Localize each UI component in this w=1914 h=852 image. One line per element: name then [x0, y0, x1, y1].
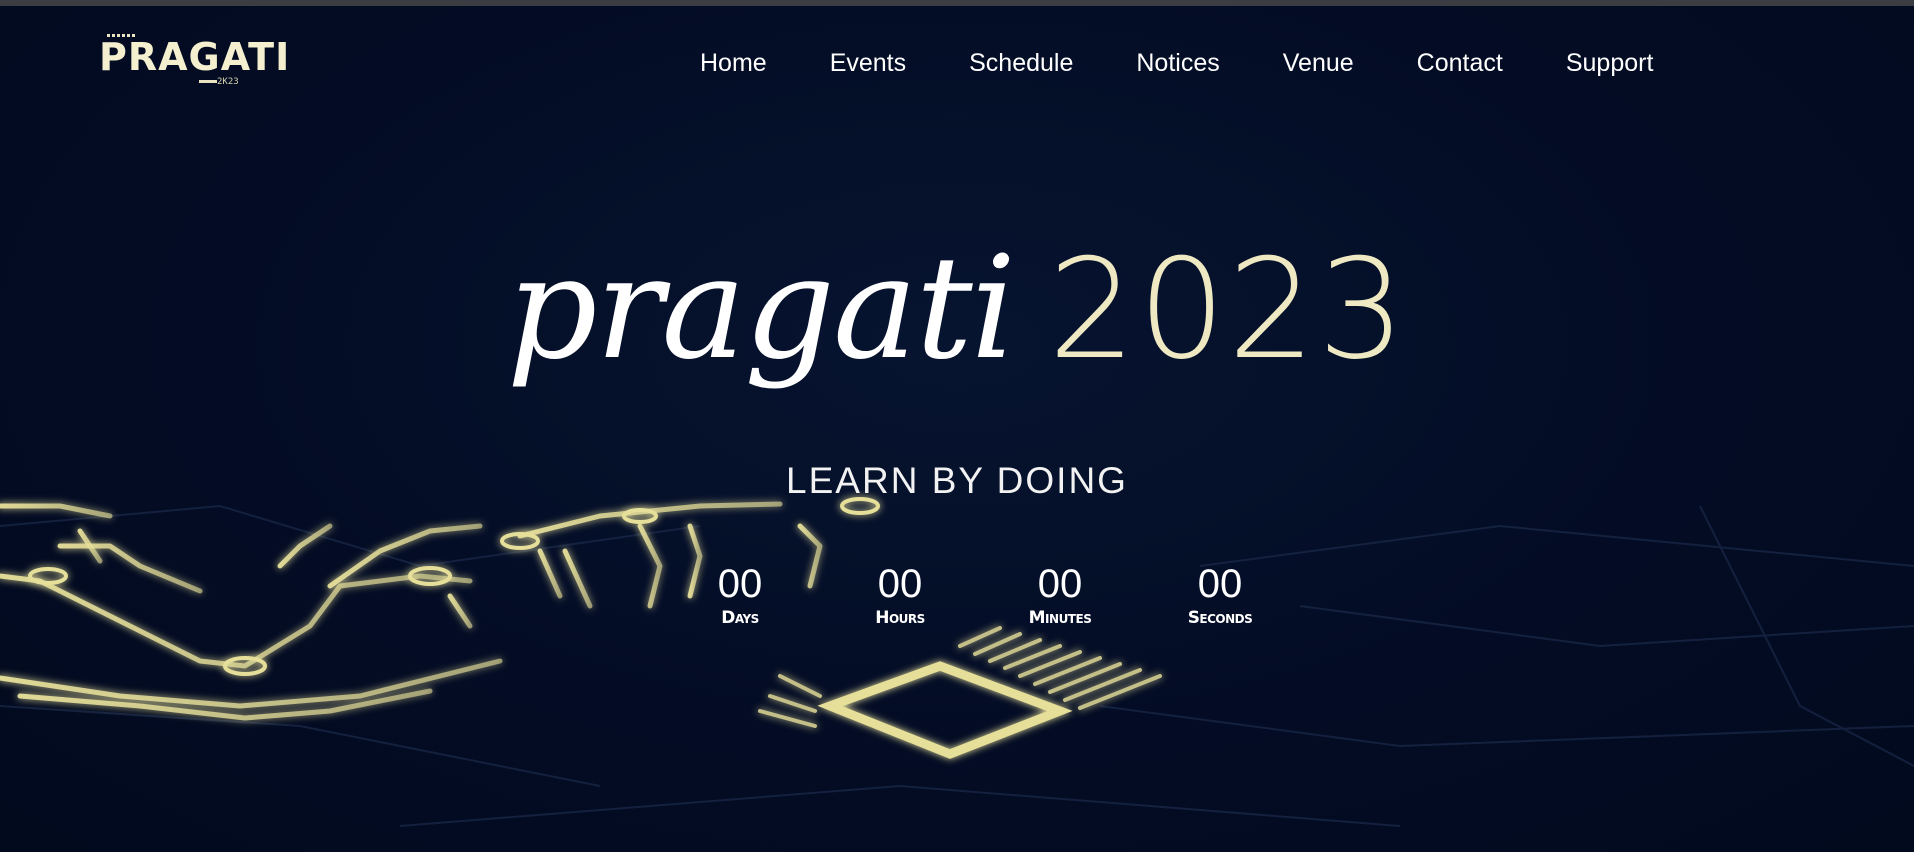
nav-notices[interactable]: Notices: [1136, 46, 1219, 80]
logo-bar: [199, 80, 217, 83]
logo-text: PRAGATI: [99, 35, 291, 79]
circuit-background: [0, 497, 1914, 827]
countdown-hours: 00 Hours: [840, 561, 960, 629]
countdown-seconds-label: Seconds: [1187, 608, 1253, 628]
countdown-hours-value: 00: [877, 562, 923, 606]
countdown-days-label: Days: [721, 608, 759, 628]
logo-sub: 2K23: [217, 77, 239, 87]
hero-title-word: pragati: [506, 226, 1016, 391]
countdown-hours-label: Hours: [875, 608, 925, 628]
hero-section: PRAGATI 2K23 Home Events Schedule Notice…: [0, 6, 1914, 852]
hero-title: pragati 2023: [0, 238, 1914, 380]
main-nav: Home Events Schedule Notices Venue Conta…: [700, 46, 1653, 80]
countdown-minutes-value: 00: [1037, 562, 1083, 606]
countdown-days-value: 00: [717, 562, 763, 606]
nav-schedule[interactable]: Schedule: [969, 46, 1073, 80]
nav-support[interactable]: Support: [1566, 46, 1654, 80]
countdown-minutes: 00 Minutes: [1000, 561, 1120, 629]
hero-title-year: 2023: [1048, 229, 1408, 390]
countdown-seconds: 00 Seconds: [1160, 561, 1280, 629]
countdown-days: 00 Days: [680, 561, 800, 629]
nav-events[interactable]: Events: [830, 46, 906, 80]
countdown-timer: 00 Days 00 Hours 00 Minutes 00 Seconds: [680, 561, 1253, 641]
nav-contact[interactable]: Contact: [1417, 46, 1503, 80]
hero-tagline: LEARN BY DOING: [786, 460, 1128, 501]
countdown-seconds-value: 00: [1197, 562, 1243, 606]
nav-home[interactable]: Home: [700, 46, 767, 80]
nav-venue[interactable]: Venue: [1283, 46, 1354, 80]
pragati-logo[interactable]: PRAGATI 2K23: [99, 32, 289, 88]
countdown-minutes-label: Minutes: [1028, 608, 1092, 628]
